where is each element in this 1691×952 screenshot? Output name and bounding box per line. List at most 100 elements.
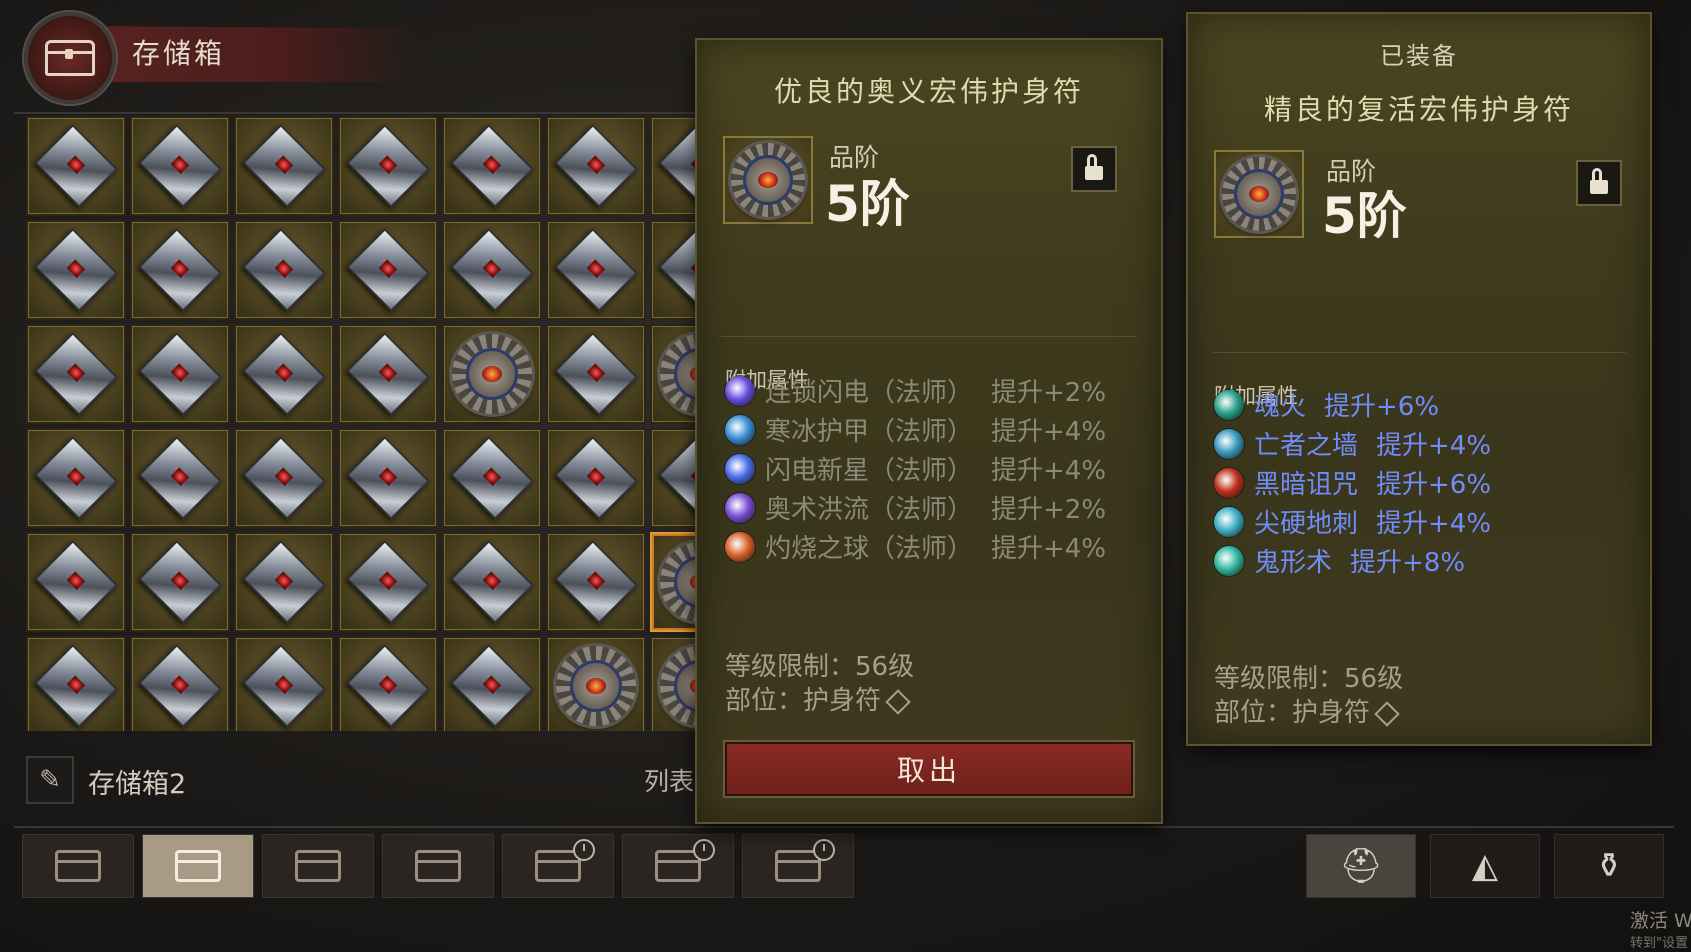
affix-row: 尖硬地刺 提升+4% xyxy=(1214,503,1491,540)
inventory-slot[interactable] xyxy=(234,324,334,424)
inventory-slot[interactable] xyxy=(546,428,646,528)
category-tab-2[interactable]: ◭ xyxy=(1430,834,1540,898)
inventory-slot[interactable] xyxy=(234,532,334,632)
inventory-slot[interactable] xyxy=(546,220,646,320)
skill-icon xyxy=(1214,467,1244,498)
amulet-icon xyxy=(731,143,805,217)
inventory-slot[interactable] xyxy=(130,532,230,632)
affix-row: 鬼形术 提升+8% xyxy=(1214,542,1465,579)
amulet-icon xyxy=(660,334,702,414)
category-tab-1[interactable]: ⛑ xyxy=(1306,834,1416,898)
affix-boost: 提升+8% xyxy=(1350,548,1466,578)
skill-icon xyxy=(1214,545,1244,576)
inventory-slot[interactable] xyxy=(442,220,542,320)
affix-skill: 奥术洪流（法师） xyxy=(765,495,974,525)
inventory-slot[interactable] xyxy=(130,324,230,424)
inventory-slot[interactable] xyxy=(650,636,702,731)
affix-row: 奥术洪流（法师） 提升+2% xyxy=(725,489,1106,526)
gem-icon xyxy=(346,332,430,416)
gem-icon xyxy=(658,124,702,208)
inventory-slot[interactable] xyxy=(26,428,126,528)
inventory-slot[interactable] xyxy=(546,116,646,216)
stash-tab-2[interactable] xyxy=(142,834,254,898)
inventory-slot[interactable] xyxy=(338,220,438,320)
inventory-slot[interactable] xyxy=(26,220,126,320)
amulet-icon xyxy=(1222,157,1296,231)
gem-icon xyxy=(450,644,534,728)
inventory-slot[interactable] xyxy=(546,324,646,424)
inventory-slot[interactable] xyxy=(338,324,438,424)
inventory-slot[interactable] xyxy=(130,428,230,528)
lock-button[interactable] xyxy=(1071,146,1117,192)
gem-icon xyxy=(346,436,430,520)
inventory-slot[interactable] xyxy=(546,636,646,731)
rename-stash-button[interactable]: ✎ xyxy=(26,756,74,804)
equipped-label: 已装备 xyxy=(1380,42,1458,70)
inventory-slot[interactable] xyxy=(130,116,230,216)
clock-icon xyxy=(573,839,595,861)
inventory-slot[interactable] xyxy=(338,636,438,731)
gem-icon xyxy=(138,644,222,728)
lock-icon xyxy=(1085,154,1103,180)
amulet-icon xyxy=(660,542,702,622)
category-tab-3[interactable]: ⚱ xyxy=(1554,834,1664,898)
inventory-slot[interactable] xyxy=(338,428,438,528)
inventory-slot[interactable] xyxy=(338,116,438,216)
gem-icon xyxy=(34,436,118,520)
stash-tab-6[interactable] xyxy=(622,834,734,898)
inventory-slot[interactable] xyxy=(442,532,542,632)
tier-value: 5阶 xyxy=(1322,187,1407,245)
chest-icon xyxy=(175,850,221,882)
skill-icon xyxy=(725,414,755,445)
gem-icon xyxy=(242,644,326,728)
stash-tab-4[interactable] xyxy=(382,834,494,898)
inventory-slot[interactable] xyxy=(26,324,126,424)
header-banner xyxy=(64,26,424,82)
list-view-toggle[interactable]: 列表 xyxy=(644,762,694,798)
inventory-slot[interactable] xyxy=(546,532,646,632)
affix-row: 灼烧之球（法师） 提升+4% xyxy=(725,528,1106,565)
inventory-slot[interactable] xyxy=(650,220,702,320)
inventory-slot[interactable] xyxy=(650,324,702,424)
affix-skill: 灼烧之球（法师） xyxy=(765,534,974,564)
inventory-slot[interactable] xyxy=(650,116,702,216)
inventory-slot[interactable] xyxy=(26,636,126,731)
clock-icon xyxy=(813,839,835,861)
inventory-slot[interactable] xyxy=(442,428,542,528)
gem-icon xyxy=(346,540,430,624)
gem-icon xyxy=(554,228,638,312)
inventory-slot[interactable] xyxy=(234,636,334,731)
stash-tab-7[interactable] xyxy=(742,834,854,898)
stash-tab-3[interactable] xyxy=(262,834,374,898)
stash-tab-5[interactable] xyxy=(502,834,614,898)
inventory-slot[interactable] xyxy=(130,636,230,731)
gem-icon xyxy=(554,540,638,624)
inventory-slot[interactable] xyxy=(26,532,126,632)
inventory-slot[interactable] xyxy=(234,220,334,320)
inventory-slot[interactable] xyxy=(130,220,230,320)
skill-icon xyxy=(1214,428,1244,459)
os-watermark-sub: 转到"设置 xyxy=(1630,936,1688,951)
inventory-slot[interactable] xyxy=(234,428,334,528)
inventory-slot[interactable] xyxy=(442,116,542,216)
take-out-button[interactable]: 取出 xyxy=(725,742,1133,796)
inventory-slot[interactable] xyxy=(650,532,702,632)
inventory-slot[interactable] xyxy=(442,636,542,731)
item-slot-text: 部位：护身符 xyxy=(725,686,882,716)
amulet-icon xyxy=(452,334,532,414)
frame-divider xyxy=(14,112,704,114)
inventory-slot[interactable] xyxy=(650,428,702,528)
inventory-slot[interactable] xyxy=(234,116,334,216)
stash-header: 存储箱 xyxy=(14,8,434,104)
gem-icon xyxy=(450,124,534,208)
lock-icon xyxy=(1590,168,1608,194)
lock-button[interactable] xyxy=(1576,160,1622,206)
bag-icon: ⚱ xyxy=(1594,846,1624,886)
item-name: 优良的奥义宏伟护身符 xyxy=(773,75,1084,108)
inventory-slot[interactable] xyxy=(338,532,438,632)
affix-boost: 提升+4% xyxy=(1376,431,1492,461)
stash-tab-1[interactable] xyxy=(22,834,134,898)
inventory-slot[interactable] xyxy=(442,324,542,424)
inventory-slot[interactable] xyxy=(26,116,126,216)
os-watermark: 激活 W xyxy=(1630,910,1691,932)
